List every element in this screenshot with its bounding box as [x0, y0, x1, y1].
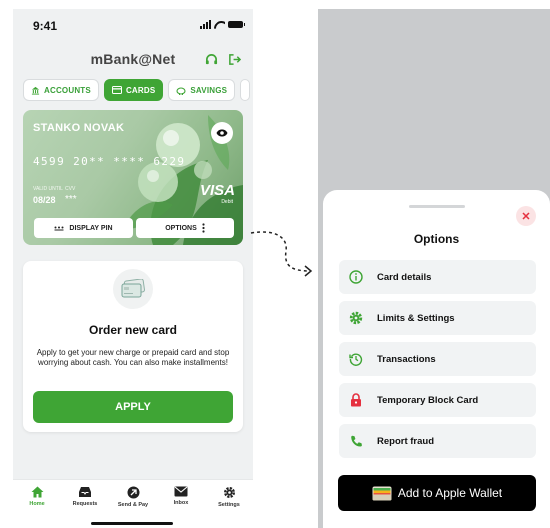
gear-icon [223, 486, 235, 499]
history-icon [348, 351, 364, 367]
option-limits-settings[interactable]: Limits & Settings [339, 301, 536, 335]
add-to-apple-wallet-button[interactable]: Add to Apple Wallet [338, 475, 536, 511]
nav-settings[interactable]: Settings [205, 480, 253, 528]
option-limits-settings-label: Limits & Settings [377, 312, 455, 324]
close-button[interactable]: ✕ [516, 206, 536, 226]
header-actions [205, 53, 241, 66]
tab-accounts[interactable]: ACCOUNTS [23, 79, 99, 101]
flow-arrow [250, 231, 313, 277]
option-transactions-label: Transactions [377, 353, 436, 365]
option-temporary-block-label: Temporary Block Card [377, 394, 479, 406]
gear-icon [348, 310, 364, 326]
wallet-button-label: Add to Apple Wallet [397, 486, 503, 500]
cvv-label: CVV [65, 186, 76, 192]
display-pin-label: DISPLAY PIN [69, 224, 113, 232]
display-pin-button[interactable]: DISPLAY PIN [34, 218, 133, 238]
eye-icon [216, 129, 228, 137]
home-indicator [91, 522, 173, 525]
option-report-fraud[interactable]: Report fraud [339, 424, 536, 458]
kebab-menu-icon [202, 223, 205, 233]
send-icon [127, 486, 139, 499]
options-label: OPTIONS [165, 224, 197, 232]
card-brand-type: Debit [221, 199, 233, 205]
status-bar: 9:41 [13, 9, 253, 43]
system-icons [200, 20, 245, 29]
tab-savings[interactable]: SAVINGS [168, 79, 236, 101]
nav-requests[interactable]: Requests [61, 480, 109, 528]
info-icon [348, 269, 364, 285]
phone-icon [348, 433, 364, 449]
options-sheet: ✕ Options Card details Limits & Settings… [323, 190, 550, 528]
logout-icon[interactable] [228, 53, 241, 66]
option-report-fraud-label: Report fraud [377, 435, 434, 447]
toggle-visibility-button[interactable] [211, 122, 233, 144]
tab-more[interactable] [240, 79, 251, 101]
card-cvv: *** [65, 194, 77, 205]
nav-send-pay-label: Send & Pay [117, 502, 149, 508]
option-card-details[interactable]: Card details [339, 260, 536, 294]
tab-savings-label: SAVINGS [190, 85, 228, 95]
valid-until-label: VALID UNTIL [33, 186, 63, 192]
options-title: Options [413, 232, 460, 246]
tab-cards[interactable]: CARDS [103, 79, 164, 101]
bank-icon [31, 86, 40, 95]
cards-illustration-icon [113, 269, 153, 309]
headset-icon[interactable] [205, 53, 218, 66]
stage: 9:41 mBank@Net ACCOUNTS CARDS SAVINGS ST… [0, 0, 550, 528]
tab-accounts-label: ACCOUNTS [44, 85, 91, 95]
nav-requests-label: Requests [72, 501, 98, 507]
wallet-icon [372, 486, 392, 500]
card-icon [111, 86, 122, 94]
nav-inbox[interactable]: Inbox [157, 480, 205, 528]
order-card-title: Order new card [88, 323, 178, 337]
home-icon [31, 486, 43, 498]
status-time: 9:41 [33, 19, 58, 33]
mail-icon [174, 486, 188, 497]
lock-icon [348, 392, 364, 408]
phone-screen: 9:41 mBank@Net ACCOUNTS CARDS SAVINGS ST… [13, 9, 253, 528]
nav-inbox-label: Inbox [173, 500, 189, 506]
option-transactions[interactable]: Transactions [339, 342, 536, 376]
option-card-details-label: Card details [377, 271, 432, 283]
card-number: 4599 20** **** 6229 [33, 155, 186, 168]
wifi-icon [214, 20, 225, 29]
apply-button[interactable]: APPLY [33, 391, 233, 423]
tab-cards-label: CARDS [125, 85, 156, 95]
nav-settings-label: Settings [218, 502, 240, 508]
nav-send-pay[interactable]: Send & Pay [109, 480, 157, 528]
order-card-description: Apply to get your new charge or prepaid … [36, 348, 230, 367]
sheet-grabber[interactable] [409, 205, 465, 208]
signal-icon [200, 20, 211, 29]
inbox-tray-icon [79, 487, 91, 497]
pin-dots-icon [54, 226, 64, 230]
card-expiry: 08/28 [33, 195, 56, 205]
card-brand-logo: VISA [199, 182, 235, 199]
battery-icon [228, 21, 245, 28]
bottom-navigation: Home Requests Send & Pay Inbox Settings [13, 479, 253, 528]
nav-home-label: Home [29, 501, 45, 507]
order-new-card-panel: Order new card Apply to get your new cha… [23, 261, 243, 432]
card-options-button[interactable]: OPTIONS [136, 218, 234, 238]
card-holder-name: STANKO NOVAK [33, 122, 125, 134]
close-icon: ✕ [521, 210, 531, 223]
piggy-icon [176, 86, 186, 95]
option-temporary-block[interactable]: Temporary Block Card [339, 383, 536, 417]
nav-home[interactable]: Home [13, 480, 61, 528]
product-tabs: ACCOUNTS CARDS SAVINGS [23, 79, 251, 101]
bank-card[interactable]: STANKO NOVAK 4599 20** **** 6229 VALID U… [23, 110, 243, 245]
